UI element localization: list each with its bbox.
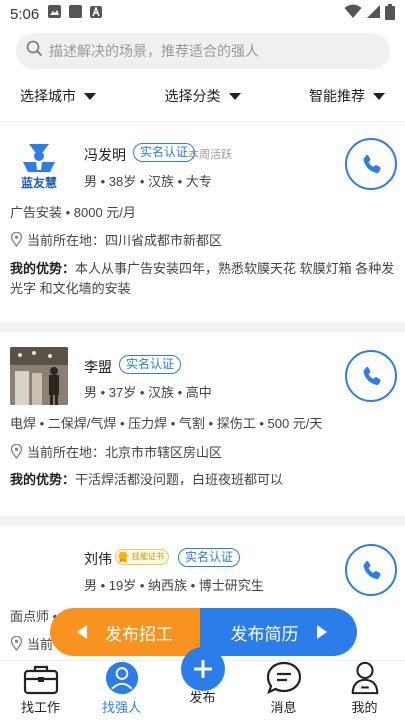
- worker-name: 李盟: [84, 359, 112, 375]
- phone-icon: [363, 560, 381, 579]
- location-pin-icon: [10, 444, 23, 459]
- status-time: 5:06: [10, 5, 40, 23]
- briefcase-icon: [23, 665, 58, 695]
- logo-text: 蓝友慧: [20, 176, 57, 190]
- divider: [0, 121, 405, 122]
- worker-name: 刘伟: [84, 551, 112, 567]
- post-resume-label: 发布简历: [230, 624, 299, 644]
- worker-advantage: 我的优势：干活焊活都没问题，白班夜班都可以: [10, 470, 396, 490]
- tab-publish[interactable]: 发布: [162, 647, 243, 720]
- tab-find-job[interactable]: 找工作: [0, 661, 81, 720]
- verified-badge: 实名认证: [119, 355, 182, 374]
- tab-label: 找工作: [20, 700, 60, 715]
- verified-badge: 实名认证: [133, 143, 196, 162]
- worker-location: 当前所在地：北京市市辖区房山区: [10, 442, 222, 461]
- filter-label: 选择城市: [20, 88, 76, 104]
- call-button[interactable]: [345, 544, 397, 596]
- worker-meta: 男 • 37岁 • 汉族 • 高中: [84, 385, 212, 400]
- worker-skills: 广告安装 • 8000 元/月: [10, 205, 136, 220]
- certificate-badge: 技能证书: [115, 549, 169, 565]
- company-logo: 蓝友慧: [10, 136, 68, 194]
- person-icon: [105, 661, 138, 695]
- activity-label: 本周活跃: [188, 149, 232, 161]
- phone-icon: [363, 154, 381, 173]
- bottom-tab-bar: 找工作 找强人 发布 消息 我的: [0, 647, 405, 720]
- section-divider: [0, 516, 405, 526]
- location-text: 当前所在地：四川省成都市新都区: [27, 233, 223, 248]
- arrow-left-icon: [77, 625, 87, 639]
- message-icon: [266, 661, 301, 695]
- certificate-text: 技能证书: [132, 552, 164, 561]
- filter-bar: 选择城市 选择分类 智能推荐: [0, 78, 405, 114]
- tab-find-talent[interactable]: 找强人: [81, 661, 162, 720]
- location-pin-icon: [10, 636, 23, 651]
- section-divider: [0, 322, 405, 332]
- filter-label: 选择分类: [164, 88, 221, 104]
- worker-advantage: 我的优势：本人从事广告安装四年，熟悉软膜天花 软膜灯箱 各种发光字 和文化墙的安…: [10, 259, 396, 299]
- post-job-button[interactable]: 发布招工: [50, 608, 200, 656]
- location-text: 当前所在地：北京市市辖区房山区: [27, 445, 223, 460]
- advantage-label: 我的优势：: [10, 261, 76, 276]
- advantage-label: 我的优势：: [10, 472, 76, 487]
- worker-location: 当前所在地：四川省成都市新都区: [10, 230, 222, 249]
- caret-down-icon: [373, 92, 385, 100]
- profile-icon: [351, 661, 378, 695]
- filter-city[interactable]: 选择城市: [20, 86, 96, 106]
- worker-meta: 男 • 38岁 • 汉族 • 大专: [84, 174, 212, 189]
- search-placeholder: 描述解决的场景，推荐适合的强人: [49, 43, 259, 59]
- post-resume-button[interactable]: 发布简历: [200, 608, 357, 656]
- square-icon: [68, 4, 83, 24]
- battery-icon: [385, 3, 395, 25]
- worker-meta: 男 • 19岁 • 纳西族 • 博士研究生: [84, 578, 264, 593]
- tab-messages[interactable]: 消息: [243, 661, 324, 720]
- post-job-label: 发布招工: [105, 624, 173, 644]
- tab-label: 消息: [270, 700, 297, 715]
- worker-skills: 电焊 • 二保焊/气焊 • 压力焊 • 气割 • 探伤工 • 500 元/天: [10, 416, 323, 431]
- worker-location: 当前: [10, 634, 53, 653]
- wifi-icon: [344, 4, 362, 24]
- tab-profile[interactable]: 我的: [324, 661, 405, 720]
- arrow-right-icon: [316, 625, 327, 639]
- worker-photo: [10, 347, 68, 405]
- keyboard-a-icon: [89, 5, 103, 24]
- location-pin-icon: [10, 232, 23, 247]
- worker-name: 冯发明: [84, 147, 126, 163]
- call-button[interactable]: [345, 138, 397, 190]
- filter-category[interactable]: 选择分类: [165, 86, 241, 106]
- gallery-icon: [47, 4, 62, 24]
- phone-icon: [363, 366, 381, 385]
- caret-down-icon: [84, 92, 96, 100]
- tab-label: 找强人: [101, 700, 141, 715]
- filter-label: 智能推荐: [309, 88, 365, 104]
- advantage-text: 干活焊活都没问题，白班夜班都可以: [75, 472, 284, 487]
- filter-sort[interactable]: 智能推荐: [309, 86, 385, 106]
- search-icon: [26, 40, 43, 62]
- call-button[interactable]: [345, 350, 397, 402]
- verified-badge: 实名认证: [178, 548, 241, 567]
- plus-icon: [180, 647, 225, 691]
- caret-down-icon: [228, 92, 241, 100]
- search-bar[interactable]: 描述解决的场景，推荐适合的强人: [16, 33, 390, 69]
- tab-label: 我的: [351, 700, 378, 715]
- signal-icon: [366, 4, 381, 24]
- medal-icon: [118, 551, 128, 563]
- status-bar: 5:06: [0, 0, 405, 28]
